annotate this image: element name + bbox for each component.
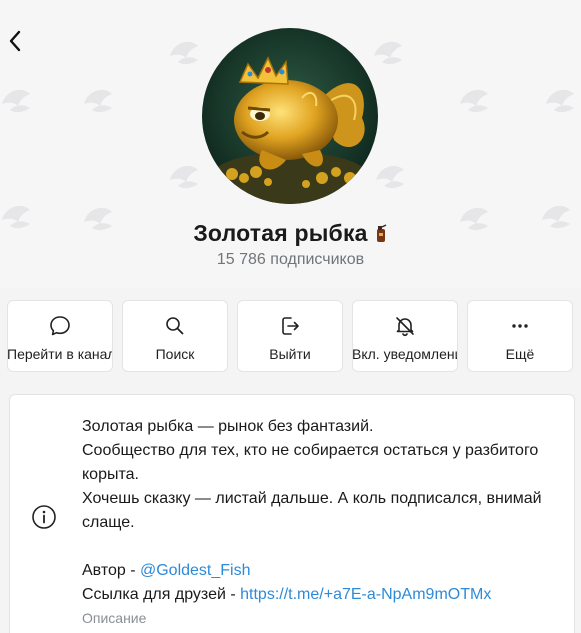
channel-header: Золотая рыбка 15 786 подписчиков — [0, 0, 581, 288]
author-prefix: Автор - — [82, 562, 140, 579]
more-button[interactable]: Ещё — [467, 300, 573, 372]
channel-title: Золотая рыбка — [193, 219, 368, 246]
info-icon — [32, 505, 56, 529]
leave-button[interactable]: Выйти — [237, 300, 343, 372]
chevron-left-icon — [9, 30, 21, 52]
invite-link[interactable]: https://t.me/+a7E-a-NpAm9mOTMx — [240, 586, 491, 603]
search-label: Поиск — [155, 346, 195, 362]
channel-avatar[interactable] — [202, 28, 378, 204]
channel-info-card: Золотая рыбка — рынок без фантазий. Сооб… — [9, 394, 575, 633]
enable-notifications-label: Вкл. уведомления — [352, 346, 457, 362]
go-to-channel-label: Перейти в канал — [7, 346, 113, 362]
channel-title-row: Золотая рыбка — [0, 216, 581, 250]
search-button[interactable]: Поиск — [122, 300, 228, 372]
description-line: Золотая рыбка — рынок без фантазий. — [82, 418, 374, 435]
description-line: Хочешь сказку — листай дальше. А коль по… — [82, 490, 542, 531]
friends-link-prefix: Ссылка для друзей - — [82, 586, 241, 603]
back-button[interactable] — [2, 26, 28, 56]
leave-label: Выйти — [269, 346, 311, 362]
exit-icon — [278, 314, 302, 338]
go-to-channel-button[interactable]: Перейти в канал — [7, 300, 113, 372]
channel-description: Золотая рыбка — рынок без фантазий. Сооб… — [82, 415, 552, 628]
subscriber-count: 15 786 подписчиков — [216, 251, 365, 268]
friends-link-line: Ссылка для друзей - https://t.me/+a7E-a-… — [82, 583, 552, 607]
author-line: Автор - @Goldest_Fish — [82, 559, 552, 583]
action-bar: Перейти в канал Поиск Выйти Вкл. уведомл… — [7, 300, 575, 372]
description-label: Описание — [82, 610, 147, 626]
description-line: Сообщество для тех, кто не собирается ос… — [82, 442, 539, 483]
chat-bubble-icon — [48, 314, 72, 338]
more-label: Ещё — [505, 346, 535, 362]
bell-off-icon — [393, 314, 417, 338]
enable-notifications-button[interactable]: Вкл. уведомления — [352, 300, 458, 372]
golden-fish-avatar-image — [202, 28, 378, 204]
search-icon — [163, 314, 187, 338]
fire-extinguisher-icon — [376, 224, 387, 242]
more-dots-icon — [508, 314, 532, 338]
author-link[interactable]: @Goldest_Fish — [140, 562, 251, 579]
